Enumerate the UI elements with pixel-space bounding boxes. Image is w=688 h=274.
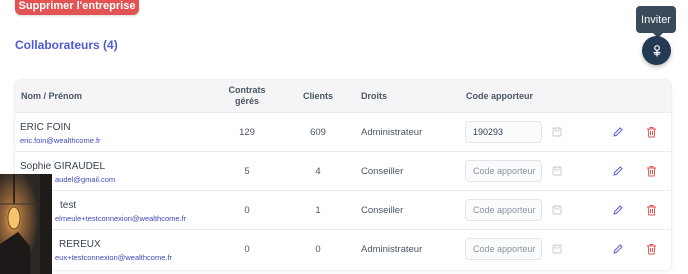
- table-row: Sophie GIRAUDEL audel@gmail.com 5 4 Cons…: [15, 152, 671, 191]
- table-row: test elmeule+testconnexion@wealthcome.fr…: [15, 191, 671, 230]
- user-email[interactable]: elmeule+testconnexion@wealthcome.fr: [55, 214, 186, 223]
- section-title: Collaborateurs (4): [15, 38, 118, 52]
- user-rights: Conseiller: [361, 205, 404, 216]
- user-email[interactable]: audel@gmail.com: [55, 175, 115, 184]
- user-email[interactable]: eux+testconnexion@wealthcome.fr: [55, 253, 172, 262]
- user-rights: Conseiller: [361, 166, 404, 177]
- delete-company-button[interactable]: Supprimer l'entreprise: [15, 0, 139, 15]
- code-apporteur-input[interactable]: [465, 199, 542, 221]
- trash-icon[interactable]: [644, 125, 658, 139]
- user-name: test: [60, 200, 77, 211]
- contracts-count: 129: [239, 127, 255, 138]
- save-icon[interactable]: [551, 243, 563, 255]
- trash-icon[interactable]: [644, 203, 658, 217]
- save-icon[interactable]: [551, 204, 563, 216]
- user-name: REREUX: [59, 239, 101, 250]
- trash-icon[interactable]: [644, 242, 658, 256]
- trash-icon[interactable]: [644, 164, 658, 178]
- clients-count: 4: [315, 166, 321, 177]
- header-code: Code apporteur: [466, 91, 534, 101]
- invite-button[interactable]: [642, 36, 671, 65]
- user-rights: Administrateur: [361, 127, 423, 138]
- clients-count: 1: [315, 205, 321, 216]
- pencil-icon[interactable]: [611, 203, 625, 217]
- pencil-icon[interactable]: [611, 125, 625, 139]
- webcam-thumbnail: [0, 174, 52, 274]
- user-name: ERIC FOIN: [20, 122, 71, 133]
- table-row: REREUX eux+testconnexion@wealthcome.fr 0…: [15, 230, 671, 269]
- header-clients: Clients: [303, 91, 334, 101]
- save-icon[interactable]: [551, 165, 563, 177]
- user-name: Sophie GIRAUDEL: [20, 161, 106, 172]
- invite-tooltip: Inviter: [636, 6, 676, 38]
- contracts-count: 5: [244, 166, 250, 177]
- header-contracts: Contrats gérés: [228, 85, 266, 106]
- code-apporteur-input[interactable]: [465, 121, 542, 143]
- table-header: Nom / Prénom Contrats gérés Clients Droi…: [15, 80, 671, 113]
- header-name: Nom / Prénom: [21, 91, 83, 101]
- contracts-count: 0: [244, 244, 250, 255]
- clients-count: 609: [310, 127, 326, 138]
- person-plus-icon: [653, 44, 660, 56]
- user-rights: Administrateur: [361, 244, 423, 255]
- header-rights: Droits: [361, 91, 388, 101]
- save-icon[interactable]: [551, 126, 563, 138]
- table-row: ERIC FOIN eric.foin@wealthcome.fr 129 60…: [15, 113, 671, 152]
- pencil-icon[interactable]: [611, 242, 625, 256]
- code-apporteur-input[interactable]: [465, 160, 542, 182]
- collaborators-table: Nom / Prénom Contrats gérés Clients Droi…: [15, 80, 671, 270]
- pencil-icon[interactable]: [611, 164, 625, 178]
- clients-count: 0: [315, 244, 321, 255]
- user-email[interactable]: eric.foin@wealthcome.fr: [20, 136, 101, 145]
- contracts-count: 0: [244, 205, 250, 216]
- code-apporteur-input[interactable]: [465, 238, 542, 260]
